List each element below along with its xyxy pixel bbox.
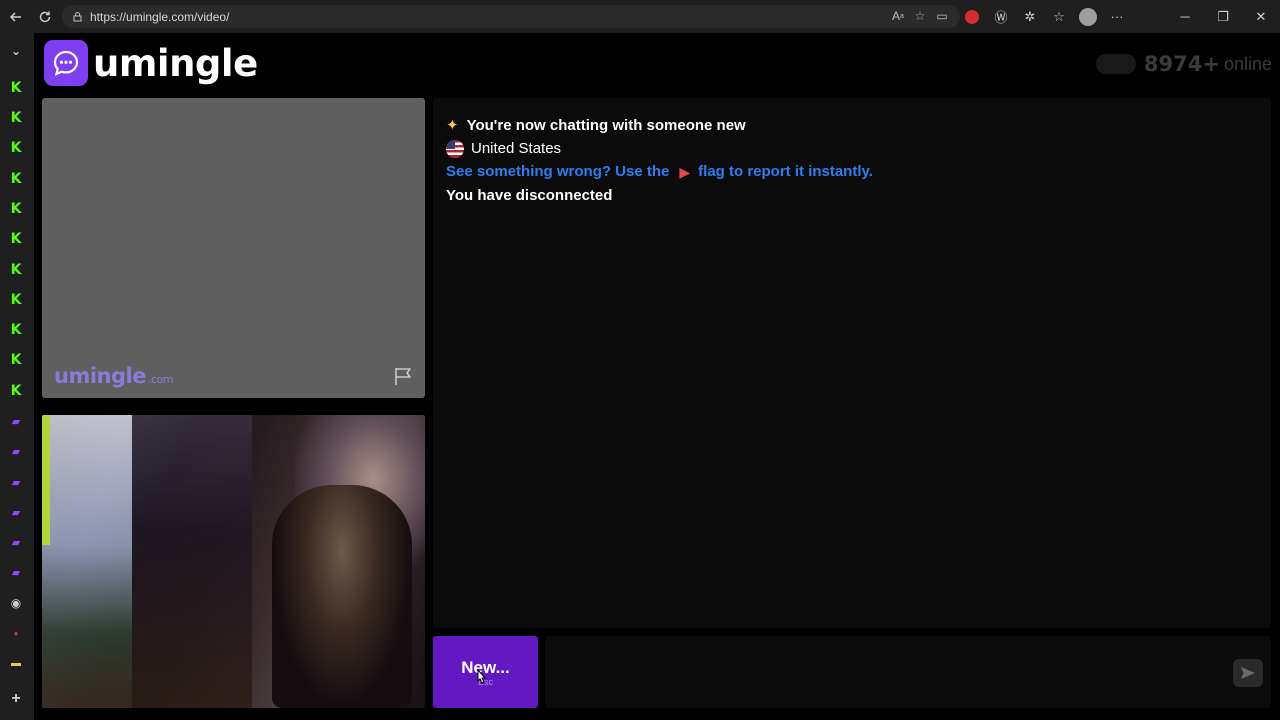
kick-tab-icon[interactable]: K [8,171,24,187]
kick-tab-icon[interactable]: K [8,292,24,308]
twitch-tab-icon[interactable]: ▰ [8,443,24,459]
webcam-person [272,485,412,708]
watermark-suffix: .com [147,373,174,386]
kick-tab-icon[interactable]: K [8,140,24,156]
kick-tab-icon[interactable]: K [8,322,24,338]
twitch-tab-icon[interactable]: ▰ [8,504,24,520]
browser-toolbar: https://umingle.com/video/ Aa ☆ ▭ Ⓦ ✲ ☆ … [0,0,1280,33]
camera-icon[interactable]: ▭ [934,8,950,24]
active-tab-icon[interactable]: ◉ [8,595,24,611]
watermark-text: umingle [54,364,146,388]
connected-text: You're now chatting with someone new [466,117,746,134]
extension-w-icon[interactable]: Ⓦ [991,7,1011,27]
twitch-tab-icon[interactable]: ▰ [8,413,24,429]
send-button[interactable] [1233,659,1263,687]
chat-message-report-hint: See something wrong? Use the ▶ flag to r… [446,162,873,182]
us-flag-icon [446,140,464,158]
twitch-tab-icon[interactable]: ▰ [8,474,24,490]
restore-icon[interactable]: ❐ [1204,0,1242,33]
arrow-left-icon [9,11,21,22]
refresh-icon [39,11,51,22]
red-flag-icon: ▶ [679,164,691,180]
chat-log: ✦ You're now chatting with someone new U… [433,98,1271,628]
kick-tab-icon[interactable]: K [8,262,24,278]
minimize-icon[interactable]: ─ [1166,0,1204,33]
disconnected-text: You have disconnected [446,187,613,204]
kick-tab-icon[interactable]: K [8,352,24,368]
address-bar[interactable]: https://umingle.com/video/ Aa ☆ ▭ [62,5,960,28]
more-menu-icon[interactable]: ··· [1107,7,1127,27]
url-text: https://umingle.com/video/ [90,9,230,24]
tab-multicolor-icon[interactable]: ▬ [8,655,24,671]
online-label: online [1223,53,1272,74]
site-logo[interactable]: umingle [44,40,258,86]
read-aloud-icon[interactable]: Aa [890,8,906,24]
send-icon [1241,667,1255,679]
kick-tab-icon[interactable]: K [8,110,24,126]
browser-sidebar: ⌄ K K K K K K K K K K K ▰ ▰ ▰ ▰ ▰ ▰ ◉ ● … [0,33,34,720]
refresh-button[interactable] [30,0,60,33]
stranger-video-panel: umingle .com [42,98,425,398]
online-toggle[interactable] [1095,54,1136,74]
message-input[interactable] [545,636,1271,708]
kick-tab-icon[interactable]: K [8,231,24,247]
chat-message-connected: ✦ You're now chatting with someone new [446,116,746,136]
chat-bubble-icon [44,40,88,86]
country-text: United States [471,140,562,157]
extensions-puzzle-icon[interactable]: ✲ [1020,7,1040,27]
online-count: 8974+ [1143,52,1220,76]
report-hint-prefix: See something wrong? Use the [446,163,670,180]
chat-message-disconnected: You have disconnected [446,186,612,206]
chat-message-country: United States [446,139,561,159]
umingle-page: umingle 8974+ online umingle .com ✦ You'r… [34,33,1280,720]
online-indicator: 8974+ online [1095,52,1272,76]
back-button[interactable] [1,0,31,33]
favorite-star-icon[interactable]: ☆ [912,8,928,24]
close-icon[interactable]: ✕ [1242,0,1280,33]
kick-tab-icon[interactable]: K [8,201,24,217]
logo-text: umingle [93,41,258,85]
kick-tab-icon[interactable]: K [8,80,24,96]
profile-avatar-icon[interactable] [1078,7,1098,27]
report-hint-suffix: flag to report it instantly. [698,163,873,180]
report-flag-icon[interactable] [393,366,415,386]
chevron-down-icon[interactable]: ⌄ [8,43,24,59]
extension-red-icon[interactable] [962,7,982,27]
new-tab-plus-icon[interactable]: + [8,690,24,707]
twitch-tab-icon[interactable]: ▰ [8,534,24,550]
sparkles-icon: ✦ [446,117,459,134]
self-webcam-video [42,415,425,708]
kick-tab-icon[interactable]: K [8,383,24,399]
video-watermark: umingle .com [54,364,173,388]
tab-red-icon[interactable]: ● [8,625,24,641]
lock-icon[interactable] [70,10,84,24]
favorites-icon[interactable]: ☆ [1049,7,1069,27]
mouse-cursor-icon [477,669,487,684]
twitch-tab-icon[interactable]: ▰ [8,564,24,580]
